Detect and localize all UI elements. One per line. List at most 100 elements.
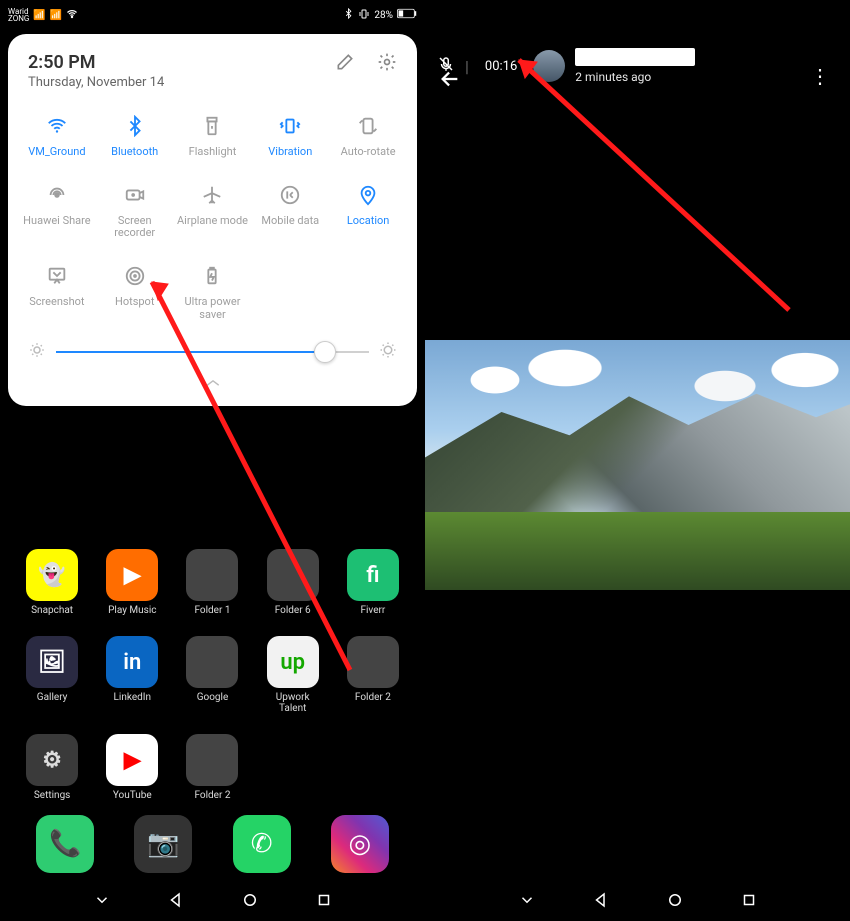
qs-tile-label: Vibration [268,146,312,159]
nav-overview-icon[interactable] [315,891,333,913]
nav-home-icon[interactable] [241,891,259,913]
app-icon[interactable]: inLinkedIn [92,636,172,714]
app-icon[interactable]: Folder 2 [333,636,413,714]
qs-tile-label: Ultra power saver [185,296,241,321]
app-icon[interactable]: Folder 2 [172,734,252,801]
collapse-handle[interactable] [18,367,407,398]
location-icon [357,181,379,209]
nav-bar [425,891,850,913]
app-label: Play Music [108,605,156,616]
app-icon[interactable]: ▶YouTube [92,734,172,801]
gear-icon[interactable] [377,52,397,76]
ultrapower-icon [201,262,223,290]
dock-instagram[interactable]: ◎ [331,815,389,873]
status-photo[interactable] [425,340,850,590]
app-label: Snapchat [31,605,73,616]
app-label: Folder 2 [355,692,391,703]
back-icon[interactable] [439,68,461,94]
qs-tile-hot[interactable]: Hotspot [96,254,174,329]
brightness-slider[interactable] [18,335,407,367]
app-label: Fiverr [360,605,385,616]
app-icon[interactable]: 👻Snapchat [12,549,92,616]
app-label: YouTube [113,790,152,801]
app-label: Folder 6 [275,605,311,616]
more-menu-icon[interactable]: ⋮ [810,64,832,88]
status-bar: Warid ZONG 📶 📶 28% [0,0,425,30]
qs-tile-label: Hotspot [115,296,154,309]
app-icon[interactable]: fiFiverr [333,549,413,616]
qs-tile-rec[interactable]: Screen recorder [96,173,174,248]
qs-tile-shot[interactable]: Screenshot [18,254,96,329]
avatar[interactable] [533,50,565,82]
contact-name-redacted [575,48,695,66]
wifi-icon [46,112,68,140]
qs-tile-flash[interactable]: Flashlight [174,104,252,167]
dock-whatsapp[interactable]: ✆ [233,815,291,873]
app-icon[interactable]: Folder 6 [253,549,333,616]
nav-back-icon[interactable] [592,891,610,913]
qs-tile-hs[interactable]: Huawei Share [18,173,96,248]
autorotate-icon [357,112,379,140]
qs-tile-data[interactable]: Mobile data [251,173,329,248]
status-subtitle: 2 minutes ago [575,70,695,84]
dock-camera[interactable]: 📷 [134,815,192,873]
qs-time: 2:50 PM [28,52,164,73]
nav-back-icon[interactable] [167,891,185,913]
app-label: Folder 2 [194,790,230,801]
qs-tile-rotate[interactable]: Auto-rotate [329,104,407,167]
battery-pct: 28% [374,10,393,21]
screenshot-icon [46,262,68,290]
carrier-label: Warid ZONG [8,8,29,22]
vibrate-icon [358,8,370,23]
screenrec-icon [124,181,146,209]
qs-tile-loc[interactable]: Location [329,173,407,248]
mobiledata-icon [279,181,301,209]
brightness-low-icon [28,341,46,363]
airplane-icon [201,181,223,209]
vibration-icon [279,112,301,140]
qs-tile-label: Flashlight [189,146,237,159]
signal-icon: 📶 [50,10,62,21]
quick-settings-panel: 2:50 PM Thursday, November 14 VM_GroundB… [8,34,417,406]
app-label: Folder 1 [194,605,230,616]
qs-tile-wifi[interactable]: VM_Ground [18,104,96,167]
qs-tile-vib[interactable]: Vibration [251,104,329,167]
huaweishare-icon [46,181,68,209]
app-icon[interactable]: ▶Play Music [92,549,172,616]
brightness-high-icon [379,341,397,363]
qs-tile-bt[interactable]: Bluetooth [96,104,174,167]
qs-tile-label: Auto-rotate [341,146,396,159]
app-label: Google [197,692,229,703]
qs-tile-label: Location [347,215,390,228]
qs-tile-label: Screen recorder [114,215,155,240]
qs-tile-air[interactable]: Airplane mode [174,173,252,248]
qs-tile-label: VM_Ground [28,146,85,159]
battery-icon [397,8,417,22]
app-icon[interactable]: upUpwork Talent [253,636,333,714]
qs-tile-label: Bluetooth [111,146,158,159]
nav-recent-icon[interactable] [518,891,536,913]
nav-bar [0,891,425,913]
nav-overview-icon[interactable] [740,891,758,913]
hotspot-icon [124,262,146,290]
app-icon[interactable]: Google [172,636,252,714]
dock-phone[interactable]: 📞 [36,815,94,873]
nav-home-icon[interactable] [666,891,684,913]
signal-icon: 📶 [33,10,45,21]
nav-recent-icon[interactable] [93,891,111,913]
bluetooth-icon [124,112,146,140]
app-label: Upwork Talent [276,692,310,714]
qs-tile-label: Mobile data [261,215,319,228]
recording-timer: 00:16 [485,59,517,74]
qs-tile-label: Huawei Share [23,215,90,228]
flashlight-icon [201,112,223,140]
wifi-icon [66,8,78,23]
qs-tile-label: Screenshot [29,296,84,309]
app-icon[interactable]: 🖼Gallery [12,636,92,714]
app-icon[interactable]: Folder 1 [172,549,252,616]
app-icon[interactable]: ⚙Settings [12,734,92,801]
app-label: Settings [34,790,71,801]
app-label: LinkedIn [114,692,152,703]
edit-icon[interactable] [335,52,355,76]
qs-tile-ups[interactable]: Ultra power saver [174,254,252,329]
